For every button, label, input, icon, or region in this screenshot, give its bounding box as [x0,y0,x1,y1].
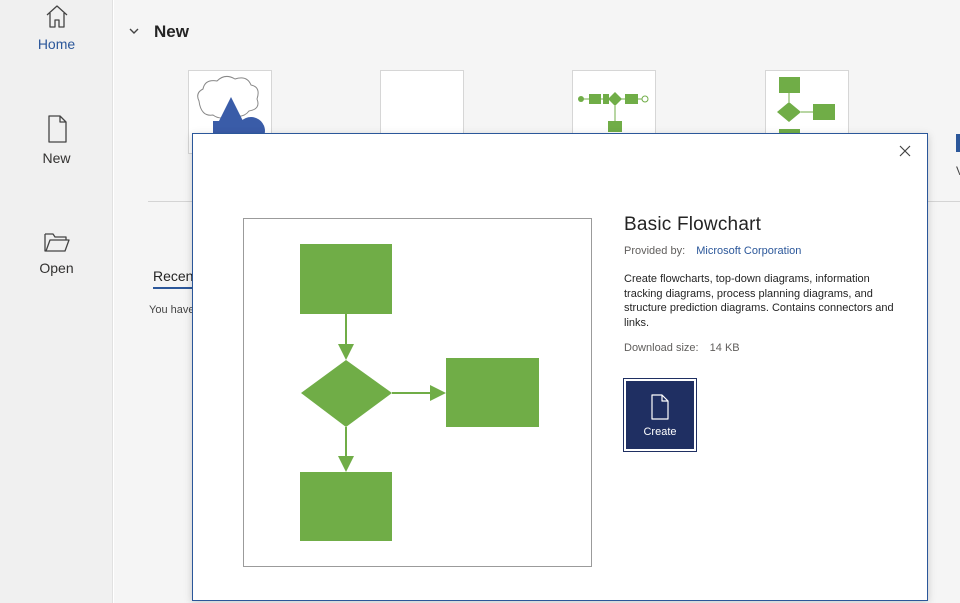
provider-row: Provided by: Microsoft Corporation [624,245,904,257]
recent-empty-message: You have [149,304,195,316]
partial-template-label: V [956,164,960,178]
chevron-down-icon[interactable] [128,25,148,40]
sidebar-item-label: Open [39,260,74,276]
provider-link[interactable]: Microsoft Corporation [696,245,801,257]
new-document-icon [47,115,67,143]
basic-flowchart-preview [300,244,539,541]
home-icon [46,5,67,28]
partial-thumbnail-edge [956,134,960,152]
sidebar-item-home[interactable]: Home [0,2,113,52]
template-title: Basic Flowchart [624,214,762,235]
flowchart-process-box [446,358,539,427]
sidebar-item-open[interactable]: Open [0,230,113,276]
section-title: New [154,22,189,41]
create-label: Create [643,425,677,438]
download-size-label: Download size: [624,342,699,354]
document-icon [651,393,669,420]
flowchart-process-box [300,244,392,314]
sidebar-item-label: New [42,150,71,166]
template-preview-image [243,218,592,567]
template-description: Create flowcharts, top-down diagrams, in… [624,273,894,329]
flowchart-decision-diamond [301,360,392,427]
download-size-value: 14 KB [709,342,740,354]
new-section-header[interactable]: New [128,22,189,42]
download-size-row: Download size: 14 KB [624,342,904,354]
open-folder-icon [43,233,70,252]
close-button[interactable] [895,141,915,161]
tab-recent[interactable]: Recent [153,268,198,289]
sidebar-item-new[interactable]: New [0,114,113,166]
template-preview-dialog: Basic Flowchart Provided by: Microsoft C… [192,133,928,601]
create-button[interactable]: Create [623,378,697,452]
template-details: Basic Flowchart Provided by: Microsoft C… [624,214,904,354]
flowchart-process-box [300,472,392,541]
provider-label: Provided by: [624,245,686,257]
close-icon [899,145,911,157]
sidebar-item-label: Home [37,36,76,52]
sidebar: Home New Open [0,0,113,603]
